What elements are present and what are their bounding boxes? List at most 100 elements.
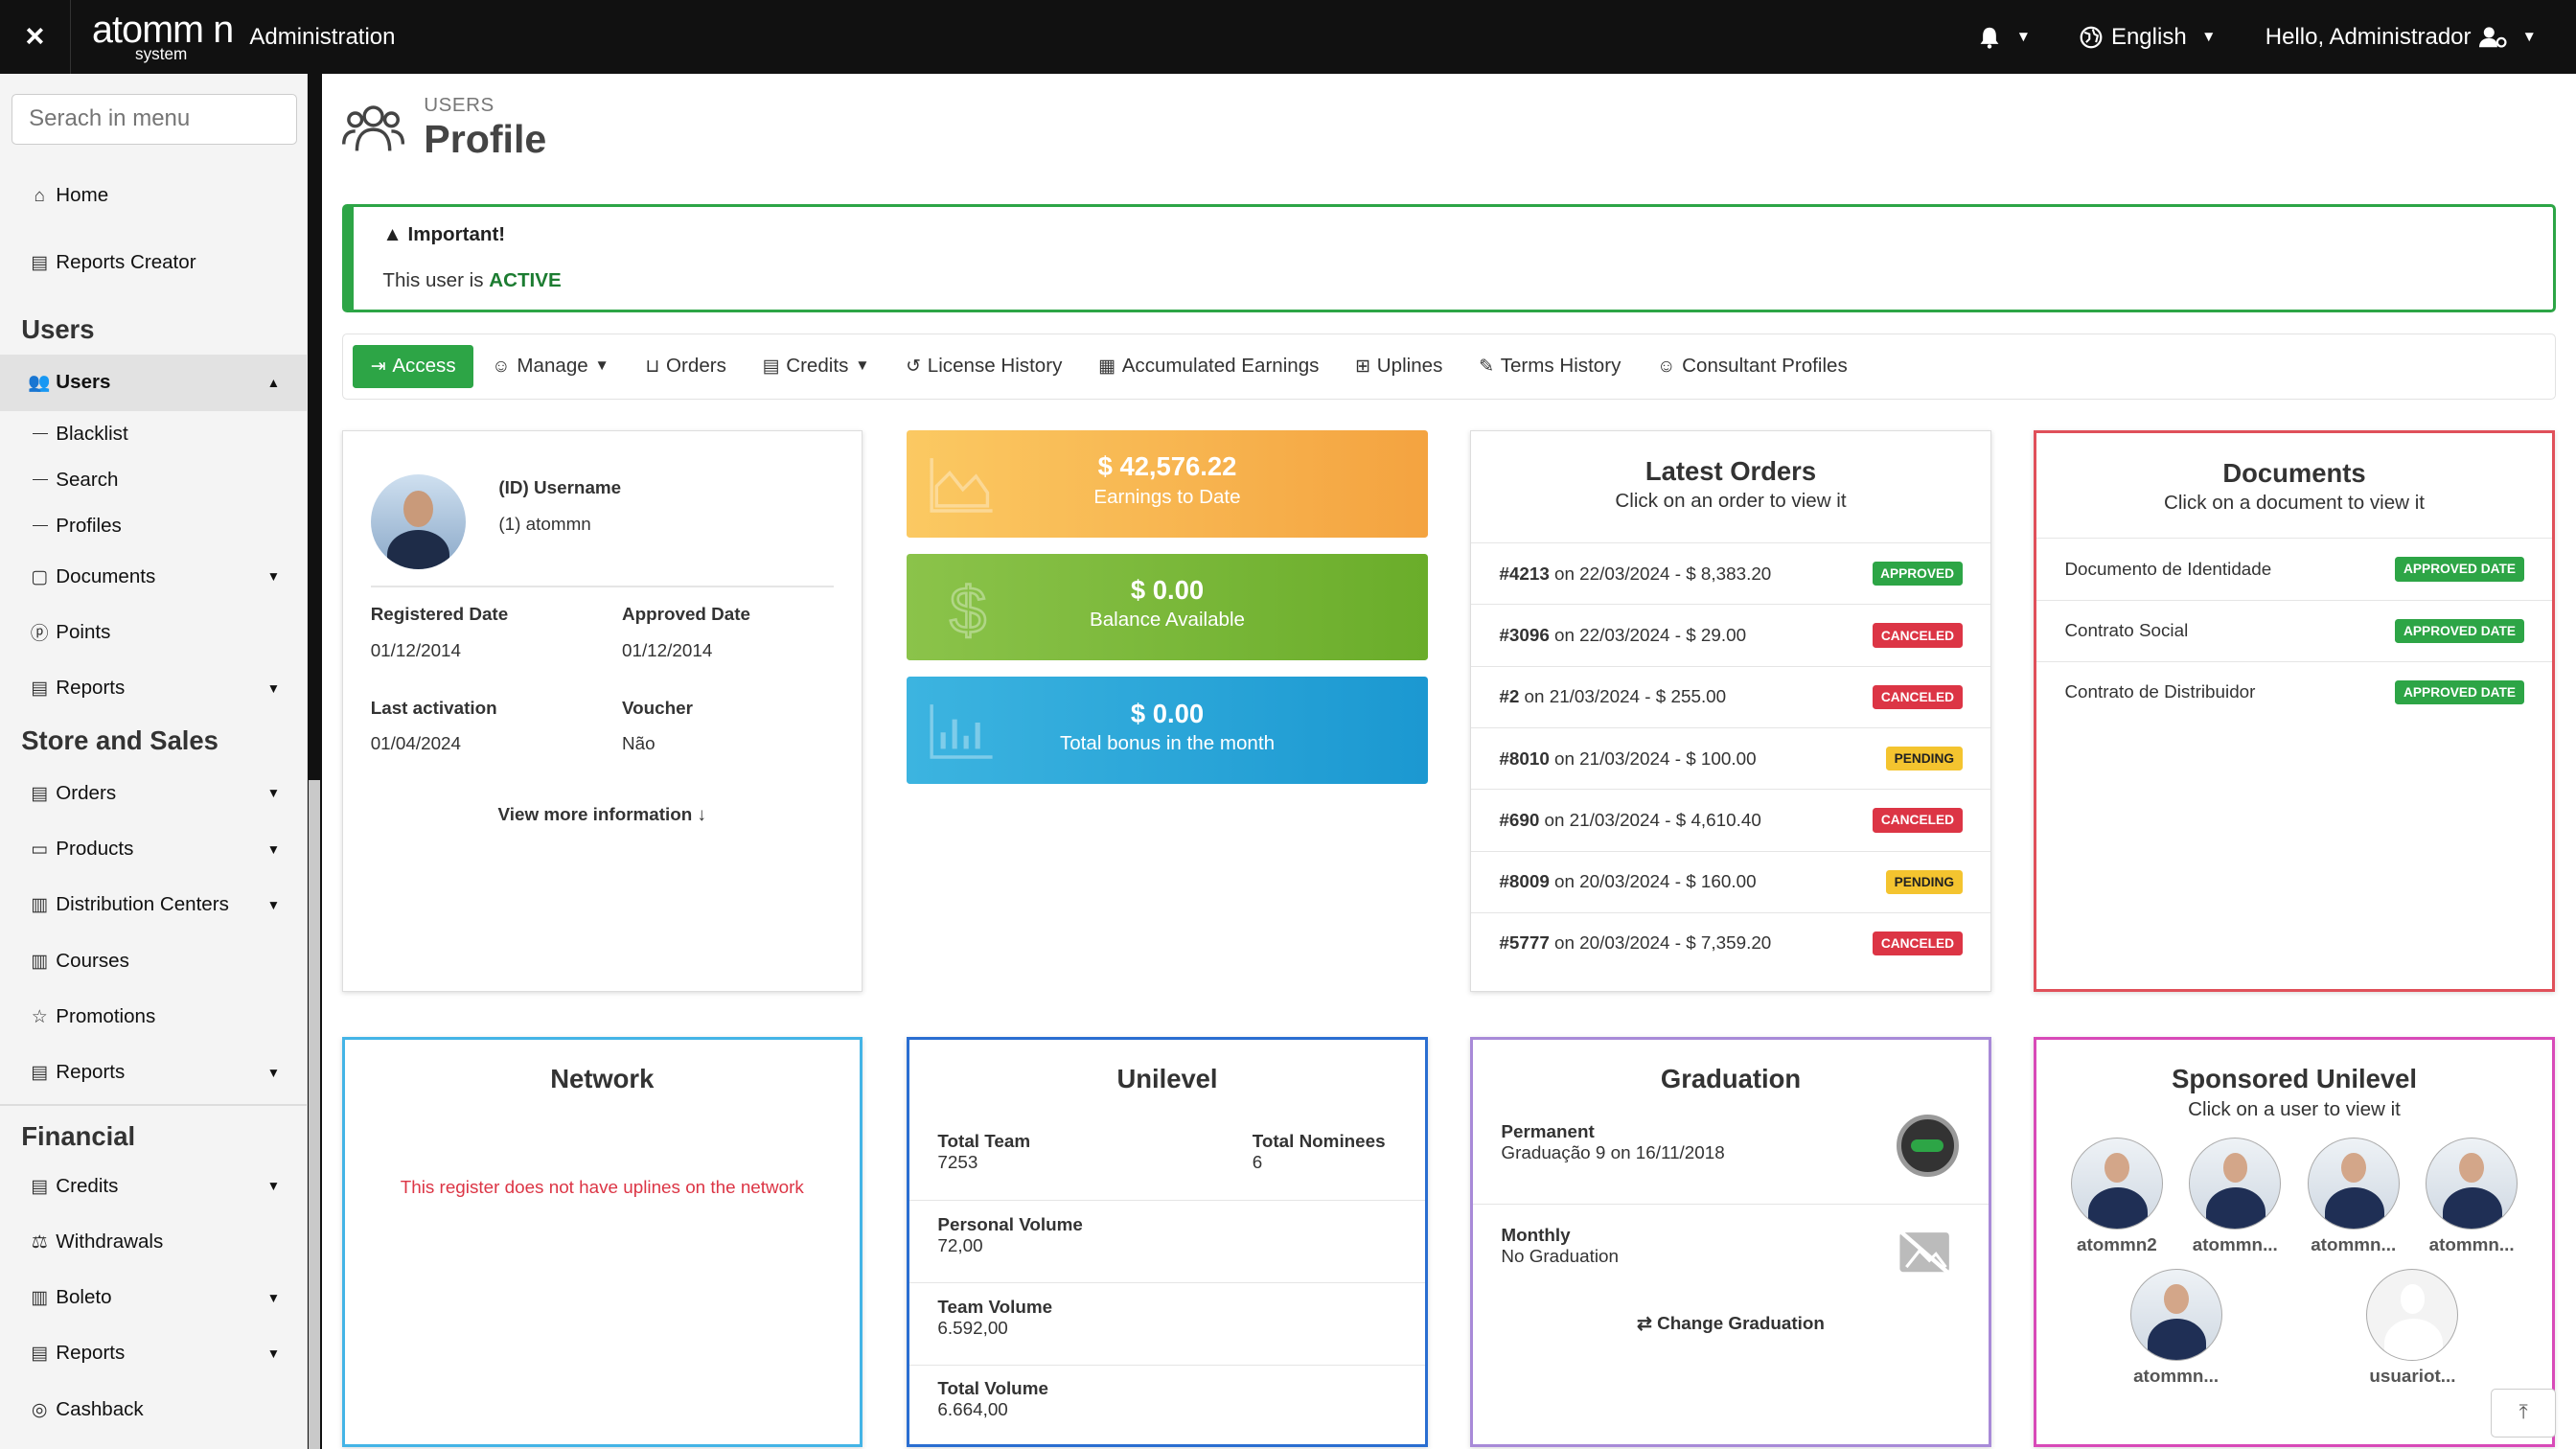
sidebar-item-label: Boleto — [56, 1286, 112, 1309]
sidebar-section-financial: Financial — [21, 1120, 136, 1151]
order-row[interactable]: #4213 on 22/03/2024 - $ 8,383.20 APPROVED — [1471, 542, 1990, 604]
tab-credits[interactable]: ▤ Credits ▼ — [745, 345, 888, 388]
tab-orders[interactable]: ⊔ Orders — [628, 345, 745, 388]
breadcrumb: USERS — [424, 93, 494, 116]
sidebar-item-label: Profiles — [56, 514, 122, 537]
sidebar-item-orders[interactable]: ▤ Orders ▼ — [0, 766, 307, 821]
sidebar-subitem-search[interactable]: Search — [0, 457, 307, 503]
document-row[interactable]: Documento de Identidade APPROVED DATE — [2036, 538, 2552, 599]
sidebar-item-label: Credits — [56, 1174, 119, 1197]
menu-search-input[interactable] — [12, 93, 298, 145]
logo[interactable]: atomm n system — [92, 11, 234, 63]
tab-license-history[interactable]: ↺ License History — [887, 345, 1080, 388]
order-row[interactable]: #8009 on 20/03/2024 - $ 160.00 PENDING — [1471, 850, 1990, 912]
id-username-value: (1) atommn — [498, 513, 591, 534]
chevron-up-icon: ▲ — [266, 375, 281, 390]
order-status-badge: APPROVED — [1872, 562, 1963, 586]
tab-consultant-profiles[interactable]: ☺ Consultant Profiles — [1639, 345, 1865, 388]
user-avatar — [2366, 1268, 2459, 1361]
change-graduation-button[interactable]: ⇄ Change Graduation — [1473, 1313, 1988, 1334]
order-row[interactable]: #690 on 21/03/2024 - $ 4,610.40 CANCELED — [1471, 789, 1990, 850]
sidebar-item-promotions[interactable]: ☆ Promotions — [0, 989, 307, 1045]
order-row[interactable]: #3096 on 22/03/2024 - $ 29.00 CANCELED — [1471, 604, 1990, 665]
back-to-top-button[interactable]: ⤒ — [2490, 1388, 2557, 1438]
document-row[interactable]: Contrato Social APPROVED DATE — [2036, 599, 2552, 661]
top-bar: × atomm n system Administration ▼ Englis… — [0, 0, 2576, 75]
page-title: Profile — [424, 116, 547, 161]
sponsored-user[interactable]: atommn... — [2176, 1137, 2294, 1255]
sidebar-item-products[interactable]: ▭ Products ▼ — [0, 821, 307, 877]
view-more-button[interactable]: View more information ↓ — [371, 804, 834, 825]
document-row[interactable]: Contrato de Distribuidor APPROVED DATE — [2036, 660, 2552, 723]
sidebar-item-boleto[interactable]: ▥ Boleto ▼ — [0, 1270, 307, 1325]
sidebar-subitem-profiles[interactable]: Profiles — [0, 503, 307, 549]
barcode-icon: ▥ — [31, 1287, 49, 1308]
withdraw-icon: ⚖ — [31, 1230, 48, 1252]
sponsored-user[interactable]: atommn2 — [2058, 1137, 2175, 1255]
order-row[interactable]: #5777 on 20/03/2024 - $ 7,359.20 CANCELED — [1471, 911, 1990, 974]
receipt-icon: ▤ — [31, 1175, 49, 1196]
basket-icon: ⊔ — [645, 356, 660, 377]
sponsored-user[interactable]: usuariot... — [2294, 1268, 2531, 1387]
latest-orders-card: Latest Orders Click on an order to view … — [1470, 430, 1991, 993]
chevron-down-icon: ▼ — [2201, 28, 2217, 45]
sidebar-item-home[interactable]: ⌂ Home — [0, 164, 307, 226]
order-row[interactable]: #8010 on 21/03/2024 - $ 100.00 PENDING — [1471, 726, 1990, 789]
logo-subtext: system — [135, 44, 188, 63]
tab-label: Credits — [786, 355, 849, 378]
sponsored-user[interactable]: atommn... — [2412, 1137, 2530, 1255]
sidebar-item-label: Orders — [56, 781, 117, 804]
sidebar-item-users[interactable]: 👥 Users ▲ — [0, 355, 307, 411]
orders-title: Latest Orders — [1644, 455, 1817, 486]
sidebar-item-label: Courses — [56, 949, 129, 972]
user-menu-dropdown[interactable]: Hello, Administrador ▼ — [2266, 24, 2537, 51]
tab-accumulated-earnings[interactable]: ▦ Accumulated Earnings — [1080, 345, 1337, 388]
chevron-down-icon: ▼ — [266, 1290, 281, 1305]
sidebar-scrollbar-thumb[interactable] — [309, 780, 321, 1449]
sponsored-user[interactable]: atommn... — [2058, 1268, 2294, 1387]
tab-access[interactable]: ⇥ Access — [352, 345, 474, 388]
sidebar-item-label: Withdrawals — [56, 1230, 164, 1253]
sponsored-user-name: atommn... — [2192, 1234, 2278, 1255]
team-volume-value: 6.592,00 — [937, 1317, 1008, 1338]
tab-manage[interactable]: ☺ Manage ▼ — [473, 345, 627, 388]
status-badge: ACTIVE — [489, 268, 562, 291]
language-dropdown[interactable]: English ▼ — [2080, 24, 2216, 51]
sidebar-item-points[interactable]: ⓟ Points — [0, 605, 307, 660]
sponsored-user[interactable]: atommn... — [2294, 1137, 2412, 1255]
receipt-icon: ▤ — [762, 356, 780, 377]
graduation-title: Graduation — [1660, 1064, 1802, 1094]
sidebar-item-cashback[interactable]: ◎ Cashback — [0, 1382, 307, 1438]
sidebar-item-label: Points — [56, 620, 111, 643]
sidebar-item-credits[interactable]: ▤ Credits ▼ — [0, 1158, 307, 1213]
sidebar-subitem-blacklist[interactable]: Blacklist — [0, 411, 307, 457]
notifications-dropdown[interactable]: ▼ — [1978, 26, 2031, 49]
sidebar-item-users-reports[interactable]: ▤ Reports ▼ — [0, 660, 307, 716]
earnings-tile[interactable]: $ 42,576.22 Earnings to Date — [907, 430, 1428, 538]
sidebar-item-store-reports[interactable]: ▤ Reports ▼ — [0, 1045, 307, 1100]
language-label: English — [2110, 23, 2187, 50]
order-status-badge: CANCELED — [1873, 684, 1963, 709]
close-menu-button[interactable]: × — [0, 0, 71, 75]
documents-card: Documents Click on a document to view it… — [2034, 430, 2555, 993]
chevron-down-icon: ▼ — [266, 841, 281, 857]
tab-uplines[interactable]: ⊞ Uplines — [1337, 345, 1460, 388]
edit-icon: ✎ — [1479, 356, 1494, 377]
sidebar-item-documents[interactable]: ▢ Documents ▼ — [0, 549, 307, 605]
order-details: on 21/03/2024 - $ 100.00 — [1553, 748, 1757, 769]
balance-tile[interactable]: $ $ 0.00 Balance Available — [907, 553, 1428, 661]
bonus-tile[interactable]: $ 0.00 Total bonus in the month — [907, 677, 1428, 784]
tab-terms-history[interactable]: ✎ Terms History — [1460, 345, 1639, 388]
document-name: Contrato Social — [2064, 620, 2189, 641]
arrow-down-icon: ↓ — [697, 804, 706, 825]
sidebar-item-reports-creator[interactable]: ▤ Reports Creator — [0, 227, 307, 299]
sidebar-item-withdrawals[interactable]: ⚖ Withdrawals — [0, 1214, 307, 1270]
sidebar-item-courses[interactable]: ▥ Courses — [0, 933, 307, 989]
document-status-badge: APPROVED DATE — [2395, 557, 2524, 582]
sponsored-user-name: atommn... — [2133, 1365, 2220, 1386]
approved-date-value: 01/12/2014 — [621, 639, 713, 660]
sidebar-item-distribution-centers[interactable]: ▥ Distribution Centers ▼ — [0, 877, 307, 932]
sidebar-item-financial-reports[interactable]: ▤ Reports ▼ — [0, 1325, 307, 1381]
voucher-label: Voucher — [621, 697, 693, 718]
order-row[interactable]: #2 on 21/03/2024 - $ 255.00 CANCELED — [1471, 665, 1990, 727]
